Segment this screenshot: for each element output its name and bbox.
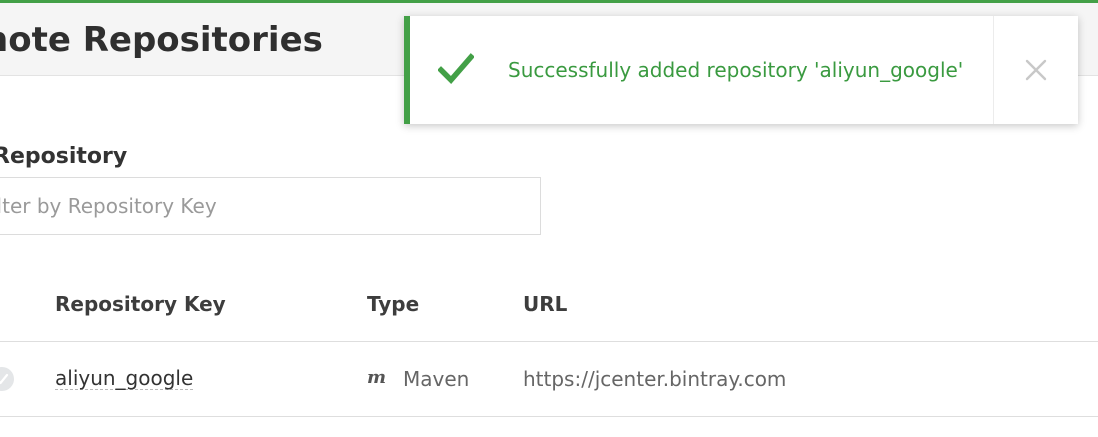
check-icon: [0, 373, 9, 385]
filter-label: Repository: [0, 144, 128, 169]
toast-close-button[interactable]: [994, 16, 1078, 124]
column-header-type[interactable]: Type: [367, 292, 419, 316]
repository-url: https://jcenter.bintray.com: [523, 367, 787, 391]
success-toast: Successfully added repository 'aliyun_go…: [404, 16, 1078, 124]
column-header-url[interactable]: URL: [523, 292, 567, 316]
repository-key-link[interactable]: aliyun_google: [55, 367, 194, 390]
toast-message: Successfully added repository 'aliyun_go…: [508, 58, 964, 82]
column-header-repository-key[interactable]: Repository Key: [55, 292, 226, 316]
close-icon: [1025, 59, 1047, 81]
toast-accent-bar: [404, 16, 410, 124]
check-icon: [438, 53, 474, 85]
table-row-divider: [0, 341, 1098, 342]
maven-icon: m: [367, 367, 387, 388]
page-title: note Repositories: [0, 20, 323, 60]
table-row-divider: [0, 416, 1098, 417]
row-select-checkbox[interactable]: [0, 367, 14, 391]
repository-type: Maven: [403, 367, 470, 391]
filter-input[interactable]: [0, 177, 541, 235]
